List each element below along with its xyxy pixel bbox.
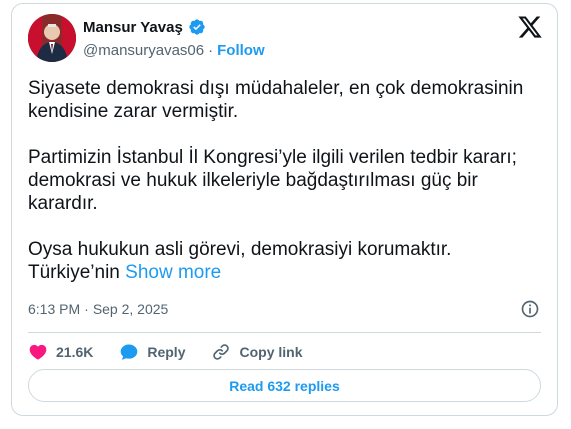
tweet-card: Mansur Yavaş @mansuryavas06 · Follow Siy… <box>11 3 558 416</box>
meta-separator: · <box>84 301 89 317</box>
action-bar: 21.6K Reply Copy link <box>28 340 329 364</box>
tweet-date: Sep 2, 2025 <box>92 301 169 317</box>
author-handle-row: @mansuryavas06 · Follow <box>83 42 265 59</box>
tweet-paragraph-text: Oysa hukukun asli görevi, demokrasiyi ko… <box>28 239 452 283</box>
heart-icon <box>29 344 47 360</box>
avatar-image <box>28 14 76 62</box>
follow-button[interactable]: Follow <box>217 42 265 59</box>
copy-link-label: Copy link <box>239 344 303 360</box>
tweet-paragraph: Siyasete demokrasi dışı müdahaleler, en … <box>28 78 524 122</box>
author-name[interactable]: Mansur Yavaş <box>83 19 183 36</box>
info-icon[interactable] <box>520 299 540 319</box>
show-more-link[interactable]: Show more <box>125 262 221 283</box>
handle-separator: · <box>208 42 214 59</box>
x-logo-icon[interactable] <box>517 14 543 40</box>
author-handle[interactable]: @mansuryavas06 <box>83 42 204 59</box>
reply-button[interactable]: Reply <box>119 342 185 362</box>
reply-label: Reply <box>147 344 186 360</box>
copy-link-button[interactable]: Copy link <box>211 342 303 362</box>
like-count: 21.6K <box>56 344 94 360</box>
tweet-paragraph-last: Oysa hukukun asli görevi, demokrasiyi ko… <box>28 238 548 284</box>
reply-icon <box>121 344 138 360</box>
verified-badge-icon <box>189 19 205 35</box>
tweet-text: Siyasete demokrasi dışı müdahaleler, en … <box>28 77 548 284</box>
tweet-paragraph: Partimizin İstanbul İl Kongresi’yle ilgi… <box>28 147 517 214</box>
tweet-timestamp[interactable]: 6:13 PM · Sep 2, 2025 <box>28 301 168 317</box>
avatar[interactable] <box>28 14 76 62</box>
tweet-time: 6:13 PM <box>28 301 81 317</box>
divider <box>28 332 541 333</box>
read-replies-button[interactable]: Read 632 replies <box>28 369 541 402</box>
link-icon <box>213 344 230 360</box>
like-button[interactable]: 21.6K <box>28 342 93 362</box>
author-name-row: Mansur Yavaş <box>83 18 206 36</box>
